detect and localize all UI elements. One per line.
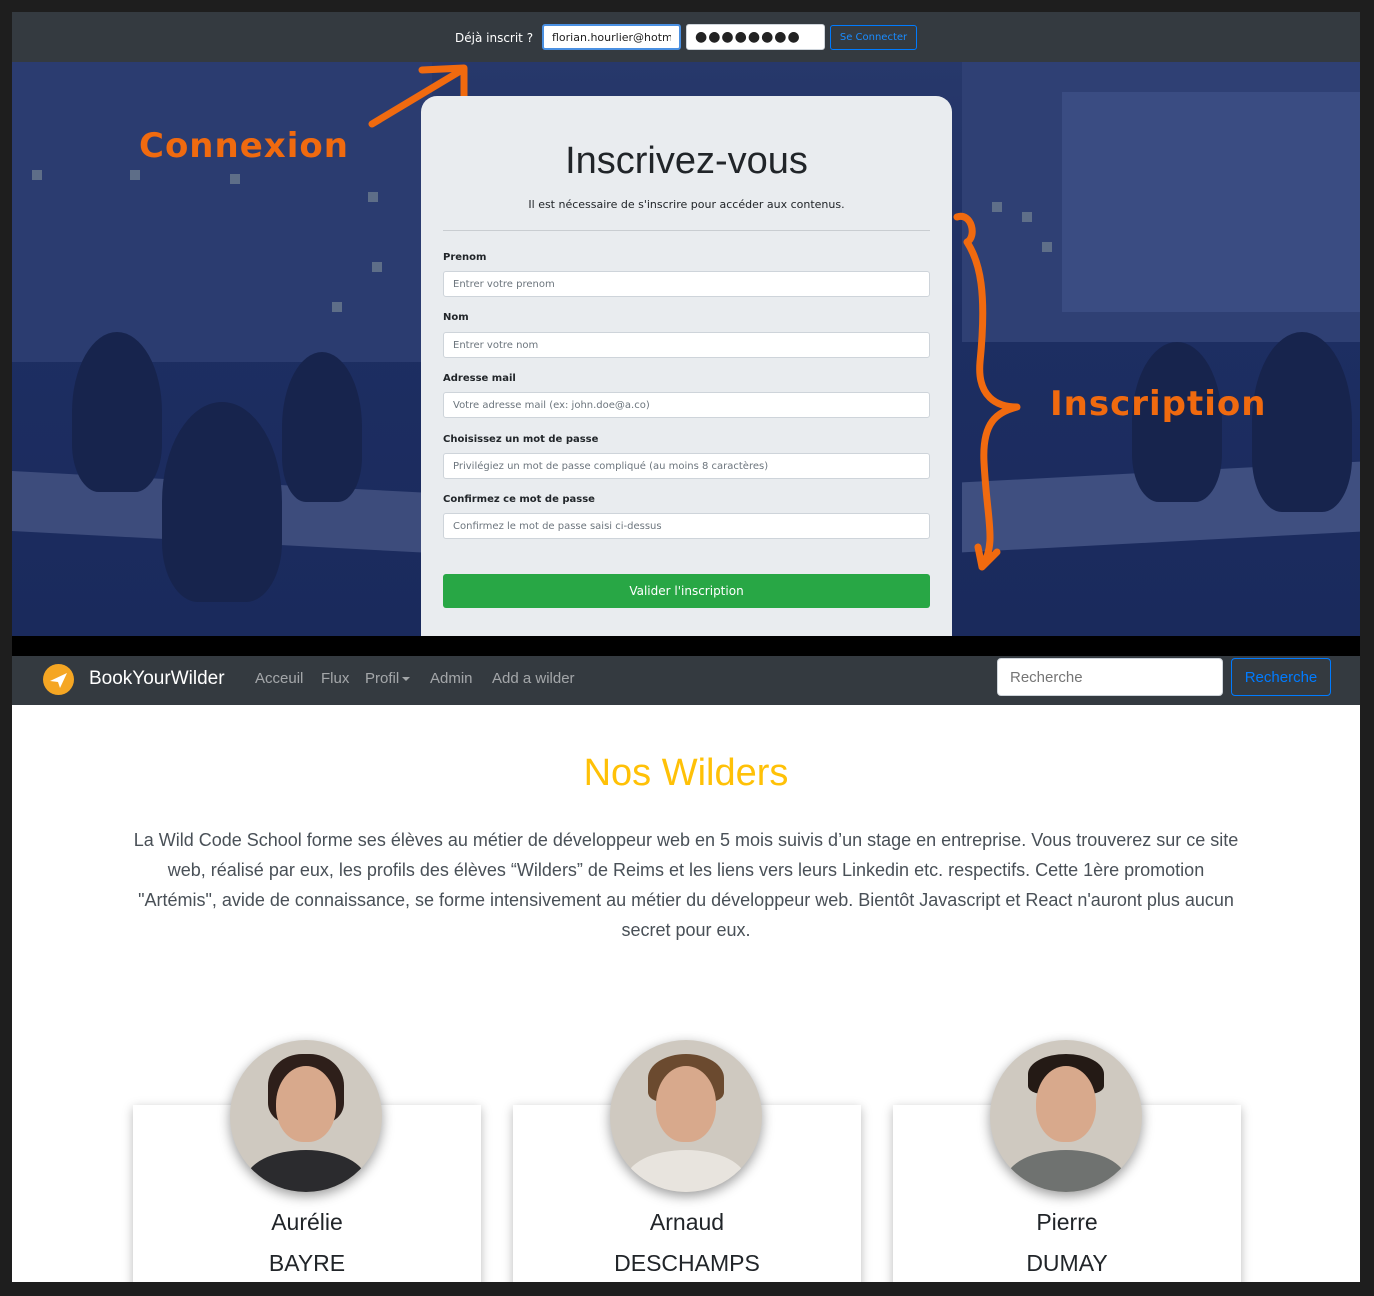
confirm-password-label: Confirmez ce mot de passe [443, 494, 595, 505]
login-label: Déjà inscrit ? [455, 31, 534, 45]
confirm-password-field[interactable] [443, 513, 930, 539]
password-label: Choisissez un mot de passe [443, 434, 599, 445]
nav-link-acceuil[interactable]: Acceuil [255, 670, 303, 687]
wilder-first-name: Aurélie [271, 1209, 343, 1235]
search-input[interactable] [997, 658, 1223, 696]
nav-link-profil-label: Profil [365, 670, 400, 687]
chevron-down-icon [402, 677, 411, 682]
avatar [990, 1040, 1142, 1192]
email-field[interactable] [443, 392, 930, 418]
submit-signup-button[interactable]: Valider l'inscription [443, 574, 930, 608]
intro-paragraph: La Wild Code School forme ses élèves au … [133, 830, 1239, 940]
avatar-body [1006, 1150, 1126, 1192]
paper-plane-icon[interactable] [43, 664, 74, 695]
avatar-face [276, 1066, 336, 1142]
signup-subtitle: Il est nécessaire de s'inscrire pour acc… [528, 198, 845, 211]
wilder-last-name: BAYRE [268, 1250, 346, 1276]
nav-link-add-wilder[interactable]: Add a wilder [492, 670, 575, 687]
firstname-field[interactable] [443, 271, 930, 297]
wilder-last-name: DUMAY [1026, 1250, 1108, 1276]
nav-link-flux[interactable]: Flux [321, 670, 349, 687]
password-field[interactable] [443, 453, 930, 479]
wilder-first-name: Pierre [1036, 1209, 1098, 1235]
section-title: Nos Wilders [583, 752, 789, 794]
email-label: Adresse mail [443, 373, 516, 384]
avatar-face [1036, 1066, 1096, 1142]
login-email-input[interactable] [542, 24, 681, 50]
screenshot-divider [12, 636, 1360, 656]
firstname-label: Prenom [443, 252, 487, 263]
signup-divider [443, 230, 930, 231]
nav-link-admin[interactable]: Admin [430, 670, 473, 687]
signup-card: Inscrivez-vous Il est nécessaire de s'in… [421, 96, 952, 656]
avatar-face [656, 1066, 716, 1142]
avatar [230, 1040, 382, 1192]
signup-title: Inscrivez-vous [565, 140, 808, 182]
wilder-last-name: DESCHAMPS [614, 1250, 760, 1276]
search-button[interactable]: Recherche [1231, 658, 1331, 696]
annotation-brace-icon [953, 212, 1021, 571]
avatar-body [626, 1150, 746, 1192]
lastname-label: Nom [443, 312, 469, 323]
login-bar: Déjà inscrit ? Se Connecter [12, 12, 1360, 62]
main-navbar: BookYourWilder Acceuil Flux Profil Admin… [12, 656, 1360, 705]
avatar [610, 1040, 762, 1192]
nav-link-profil[interactable]: Profil [365, 670, 411, 687]
avatar-body [246, 1150, 366, 1192]
brand-name[interactable]: BookYourWilder [89, 668, 225, 690]
screenshot-frame: Déjà inscrit ? Se Connecter Connexion In… [12, 12, 1360, 1282]
lastname-field[interactable] [443, 332, 930, 358]
wilder-first-name: Arnaud [649, 1209, 725, 1235]
login-button[interactable]: Se Connecter [830, 25, 917, 50]
login-password-input[interactable] [686, 24, 825, 50]
